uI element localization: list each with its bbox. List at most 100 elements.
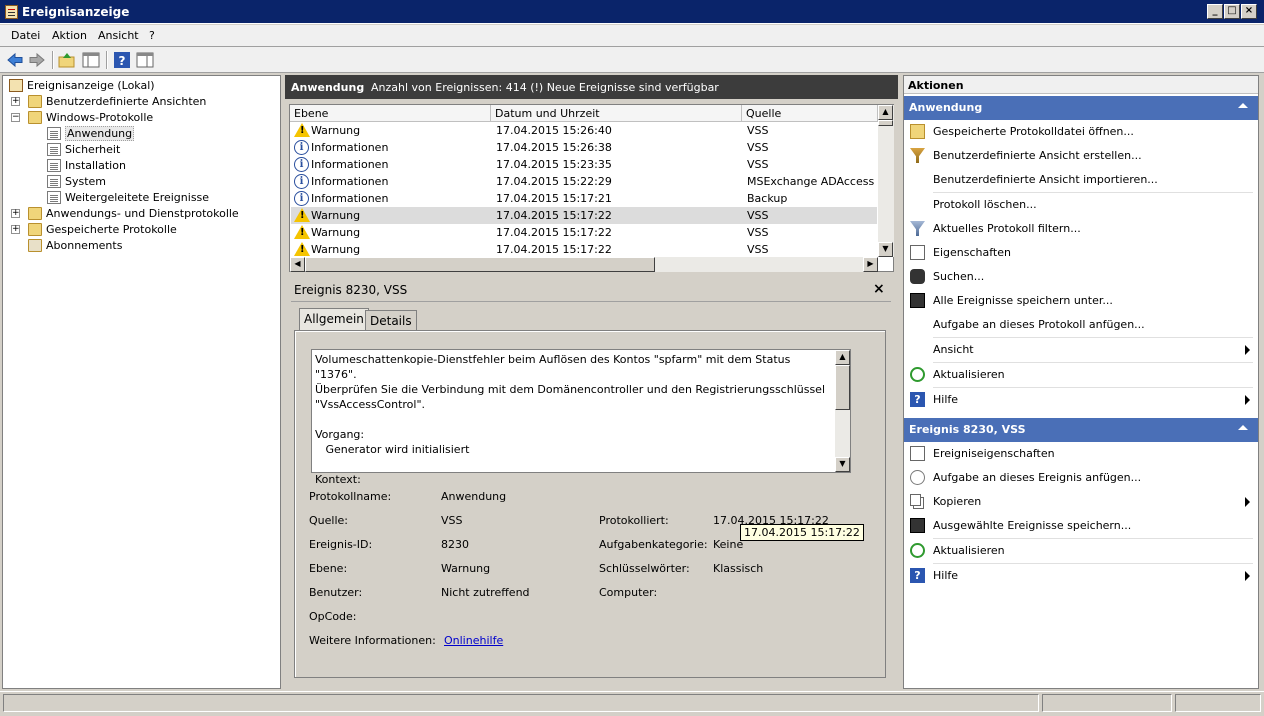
column-header-quelle[interactable]: Quelle	[742, 105, 878, 122]
action-event-properties[interactable]: Ereigniseigenschaften	[904, 443, 1258, 465]
action-label: Alle Ereignisse speichern unter...	[933, 294, 1113, 307]
tree-item-label: Abonnements	[46, 239, 123, 252]
collapse-icon[interactable]	[1238, 103, 1248, 108]
event-row[interactable]: i Informationen 17.04.2015 15:17:21 Back…	[291, 190, 877, 207]
event-list-hscrollbar[interactable]: ◀ ▶	[290, 257, 878, 272]
close-detail-icon[interactable]: ×	[873, 281, 885, 297]
action-attach-task-to-event[interactable]: Aufgabe an dieses Ereignis anfügen...	[904, 467, 1258, 489]
event-row[interactable]: i Informationen 17.04.2015 15:22:29 MSEx…	[291, 173, 877, 190]
tab-details[interactable]: Details	[365, 310, 417, 332]
properties-icon	[910, 245, 925, 260]
help-icon[interactable]: ?	[113, 51, 131, 69]
tab-allgemein[interactable]: Allgemein	[299, 308, 369, 332]
section-event-8230[interactable]: Ereignis 8230, VSS	[904, 418, 1258, 442]
action-properties[interactable]: Eigenschaften	[904, 242, 1258, 264]
scroll-down-button[interactable]: ▼	[835, 457, 850, 472]
action-view[interactable]: Ansicht	[904, 339, 1258, 361]
event-level: Warnung	[311, 226, 361, 239]
column-header-datum[interactable]: Datum und Uhrzeit	[491, 105, 742, 122]
event-row[interactable]: i Informationen 17.04.2015 15:23:35 VSS	[291, 156, 877, 173]
action-import-custom-view[interactable]: Benutzerdefinierte Ansicht importieren..…	[904, 169, 1258, 191]
section-anwendung[interactable]: Anwendung	[904, 96, 1258, 120]
scroll-thumb[interactable]	[835, 365, 850, 410]
action-filter-current-log[interactable]: Aktuelles Protokoll filtern...	[904, 218, 1258, 240]
event-row[interactable]: i Informationen 17.04.2015 15:26:38 VSS	[291, 139, 877, 156]
maximize-button[interactable]: □	[1224, 4, 1240, 19]
action-refresh[interactable]: Aktualisieren	[904, 364, 1258, 386]
description-vscrollbar[interactable]: ▲ ▼	[835, 350, 850, 472]
divider	[291, 301, 891, 302]
tree-item-abonnements[interactable]: Abonnements	[7, 238, 277, 254]
title-bar[interactable]: Ereignisanzeige _ □ ×	[0, 0, 1264, 24]
event-row[interactable]: Warnung 17.04.2015 15:26:40 VSS	[291, 122, 877, 139]
up-folder-icon[interactable]	[58, 51, 76, 69]
back-arrow-icon[interactable]	[6, 51, 24, 69]
event-row[interactable]: Warnung 17.04.2015 15:17:22 VSS	[291, 224, 877, 241]
expand-button[interactable]: +	[11, 97, 20, 106]
column-header-ebene[interactable]: Ebene	[290, 105, 491, 122]
minimize-button[interactable]: _	[1207, 4, 1223, 19]
scroll-right-button[interactable]: ▶	[863, 257, 878, 272]
tree-item-installation[interactable]: Installation	[7, 158, 277, 174]
tree-item-weitergeleitete-ereignisse[interactable]: Weitergeleitete Ereignisse	[7, 190, 277, 206]
action-clear-log[interactable]: Protokoll löschen...	[904, 194, 1258, 216]
action-create-custom-view[interactable]: Benutzerdefinierte Ansicht erstellen...	[904, 145, 1258, 167]
menu-ansicht[interactable]: Ansicht	[98, 29, 139, 42]
scroll-down-button[interactable]: ▼	[878, 242, 893, 257]
show-hide-action-pane-icon[interactable]	[136, 51, 154, 69]
action-refresh-event[interactable]: Aktualisieren	[904, 540, 1258, 562]
value-protokollname: Anwendung	[441, 490, 507, 503]
refresh-icon	[910, 367, 925, 382]
event-list[interactable]: Ebene Datum und Uhrzeit Quelle Warnung 1…	[289, 104, 894, 272]
event-description-box[interactable]: Volumeschattenkopie-Dienstfehler beim Au…	[311, 349, 851, 486]
close-window-button[interactable]: ×	[1241, 4, 1257, 19]
tree-item-label: Windows-Protokolle	[46, 111, 154, 124]
collapse-icon[interactable]	[1238, 425, 1248, 430]
tree-item-gespeicherte-protokolle[interactable]: + Gespeicherte Protokolle	[7, 222, 277, 238]
event-description: Volumeschattenkopie-Dienstfehler beim Au…	[315, 353, 826, 486]
show-hide-tree-icon[interactable]	[82, 51, 100, 69]
menu-aktion[interactable]: Aktion	[52, 29, 87, 42]
tree-item-sicherheit[interactable]: Sicherheit	[7, 142, 277, 158]
forward-arrow-icon[interactable]	[28, 51, 46, 69]
onlinehilfe-link[interactable]: Onlinehilfe	[444, 634, 503, 647]
action-save-selected-events[interactable]: Ausgewählte Ereignisse speichern...	[904, 515, 1258, 537]
scroll-up-button[interactable]: ▲	[878, 105, 893, 120]
action-open-saved-log[interactable]: Gespeicherte Protokolldatei öffnen...	[904, 121, 1258, 143]
scroll-left-button[interactable]: ◀	[290, 257, 305, 272]
action-label: Aufgabe an dieses Protokoll anfügen...	[933, 318, 1145, 331]
tree-root[interactable]: Ereignisanzeige (Lokal)	[7, 78, 277, 94]
scroll-thumb[interactable]	[878, 120, 893, 126]
action-find[interactable]: Suchen...	[904, 266, 1258, 288]
status-cell-3	[1175, 694, 1261, 712]
action-help-event[interactable]: ? Hilfe	[904, 565, 1258, 587]
action-help[interactable]: ? Hilfe	[904, 389, 1258, 411]
toolbar: ?	[0, 47, 1264, 73]
menu-datei[interactable]: Datei	[11, 29, 40, 42]
tree-item-anwendung[interactable]: Anwendung	[7, 126, 277, 142]
tree-item-windows-protokolle[interactable]: − Windows-Protokolle	[7, 110, 277, 126]
console-tree[interactable]: Ereignisanzeige (Lokal) + Benutzerdefini…	[2, 75, 281, 689]
event-source: VSS	[747, 124, 769, 137]
hscroll-thumb[interactable]	[305, 257, 655, 272]
warning-icon	[294, 225, 310, 239]
tree-item-benutzerdefinierte-ansichten[interactable]: + Benutzerdefinierte Ansichten	[7, 94, 277, 110]
action-attach-task-to-log[interactable]: Aufgabe an dieses Protokoll anfügen...	[904, 314, 1258, 336]
scroll-up-button[interactable]: ▲	[835, 350, 850, 365]
expand-button[interactable]: +	[11, 209, 20, 218]
filter-icon	[910, 221, 925, 236]
task-icon	[910, 470, 925, 485]
event-row[interactable]: Warnung 17.04.2015 15:17:22 VSS	[291, 241, 877, 258]
collapse-button[interactable]: −	[11, 113, 20, 122]
menu-help[interactable]: ?	[149, 29, 155, 42]
action-copy[interactable]: Kopieren	[904, 491, 1258, 513]
tree-item-anwendungs-und-dienstprotokolle[interactable]: + Anwendungs- und Dienstprotokolle	[7, 206, 277, 222]
tree-item-system[interactable]: System	[7, 174, 277, 190]
tree-root-label: Ereignisanzeige (Lokal)	[27, 79, 155, 92]
action-save-all-events[interactable]: Alle Ereignisse speichern unter...	[904, 290, 1258, 312]
event-row-selected[interactable]: Warnung 17.04.2015 15:17:22 VSS	[291, 207, 877, 224]
event-list-vscrollbar[interactable]: ▲ ▼	[878, 105, 894, 257]
expand-button[interactable]: +	[11, 225, 20, 234]
label-ereignis-id: Ereignis-ID:	[309, 538, 373, 551]
action-label: Benutzerdefinierte Ansicht erstellen...	[933, 149, 1142, 162]
